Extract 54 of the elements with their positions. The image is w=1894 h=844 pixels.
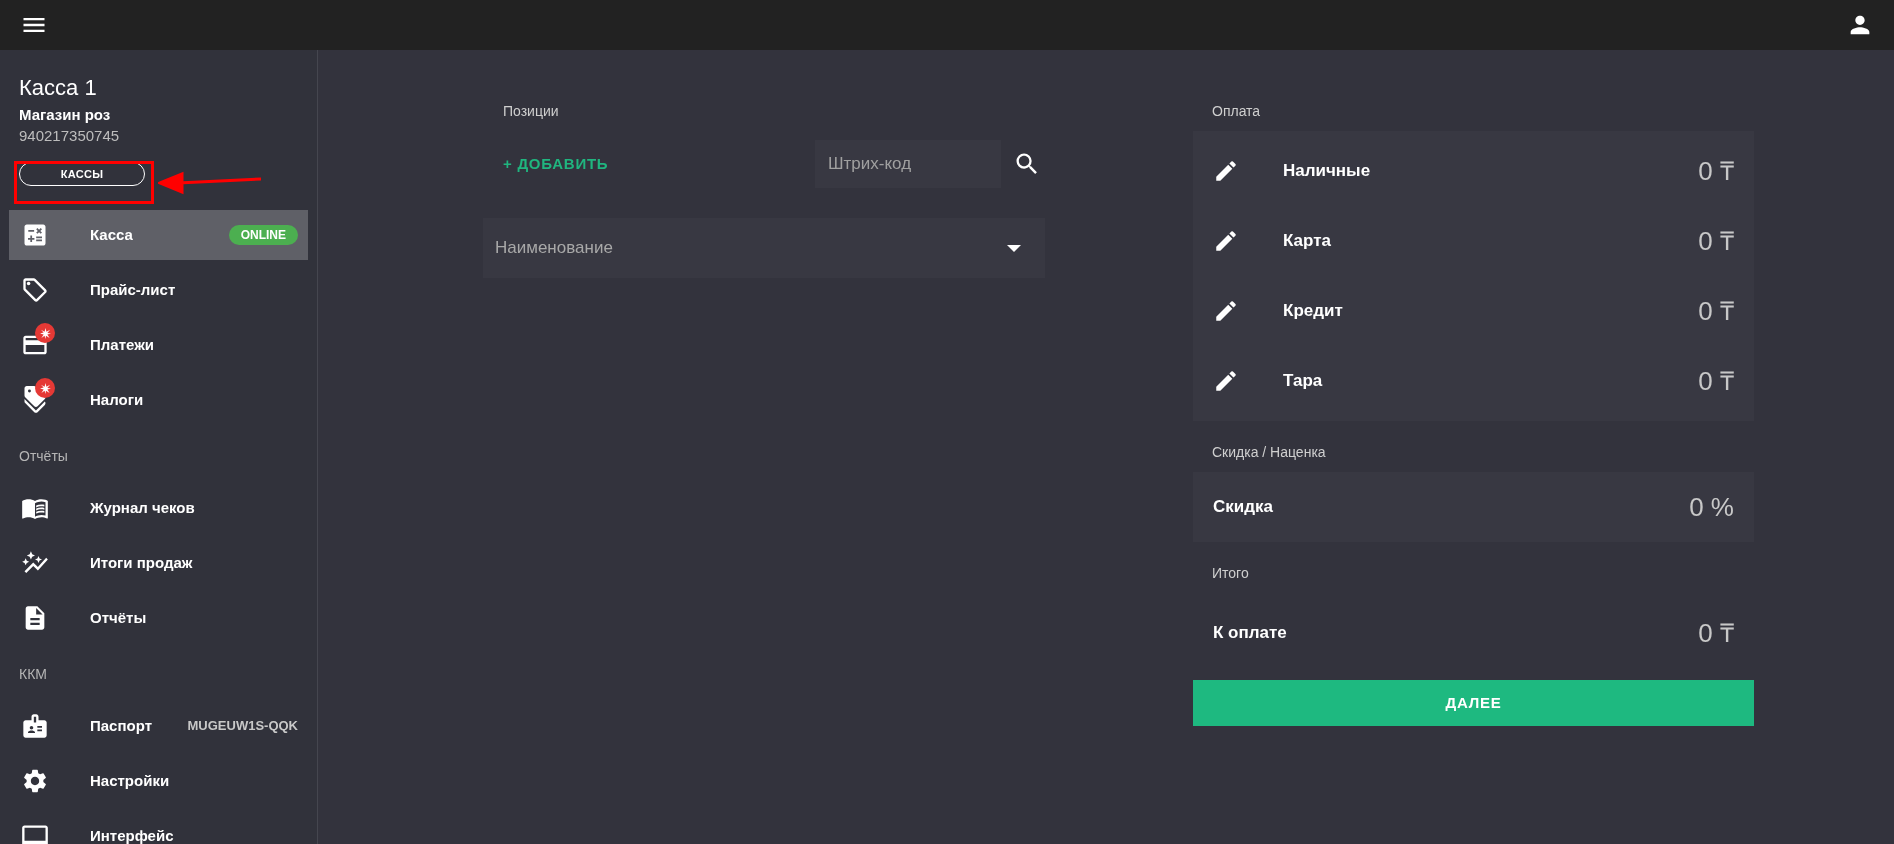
discount-value: 0 % [1689,490,1734,524]
nav-label: Итоги продаж [90,552,194,573]
nav-label: Интерфейс [90,825,175,844]
nav-item[interactable]: Отчёты [9,593,308,643]
payment-label: Карта [1283,230,1332,253]
tag-icon [21,276,49,304]
payment-label: Наличные [1283,160,1372,183]
store-name: Магазин роз [19,105,112,125]
nav-label: Касса [90,224,134,245]
section-header: Отчёты [18,447,69,466]
nav-item[interactable]: Платежи [9,320,308,370]
nav-item[interactable]: Журнал чеков [9,483,308,533]
settings-icon [21,767,49,795]
payment-amount: 0 ₸ [1698,364,1734,398]
register-title: Касса 1 [19,74,98,102]
payment-label: Тара [1283,370,1324,393]
device-code: MUGEUW1S-QQK [187,717,298,736]
status-badge: ONLINE [228,225,298,245]
edit-icon[interactable] [1213,298,1239,324]
id-number: 940217350745 [19,126,121,146]
add-button[interactable]: + ДОБАВИТЬ [503,152,609,176]
nav-label: Прайс-лист [90,279,177,300]
section-header: ККМ [18,665,48,684]
id-card-icon [21,712,49,740]
barcode-field[interactable]: Штрих-код [815,140,1001,188]
section-label: Оплата [1212,102,1262,121]
name-select[interactable]: Наименование [483,218,1045,278]
section-label: Скидка / Наценка [1212,443,1327,462]
total-amount: 0 ₸ [1698,616,1734,650]
nav-item[interactable]: Прайс-лист [9,265,308,315]
nav-label: Налоги [90,389,145,410]
nav-item[interactable]: Паспорт MUGEUW1S-QQK [9,701,308,751]
payment-amount: 0 ₸ [1698,154,1734,188]
payment-amount: 0 ₸ [1698,224,1734,258]
nav-label: Платежи [90,334,155,355]
edit-icon[interactable] [1213,368,1239,394]
edit-icon[interactable] [1213,228,1239,254]
nav-item[interactable]: Касса ONLINE [9,210,308,260]
payment-amount: 0 ₸ [1698,294,1734,328]
discount-label: Скидка [1213,496,1274,519]
nav-item[interactable]: Налоги [9,375,308,425]
nav-label: Настройки [90,770,171,791]
nav-label: Отчёты [90,607,148,628]
nav-item[interactable]: Итоги продаж [9,538,308,588]
section-label: Позиции [503,102,560,121]
nav-item[interactable]: Настройки [9,756,308,806]
nav-label: Паспорт [90,715,153,736]
edit-icon[interactable] [1213,158,1239,184]
nav-item[interactable]: Интерфейс [9,811,308,844]
nav-label: Журнал чеков [90,497,196,518]
payment-label: Кредит [1283,300,1344,323]
section-label: Итого [1212,564,1250,583]
total-label: К оплате [1213,622,1288,645]
dropdown-caret-icon [1007,244,1021,252]
